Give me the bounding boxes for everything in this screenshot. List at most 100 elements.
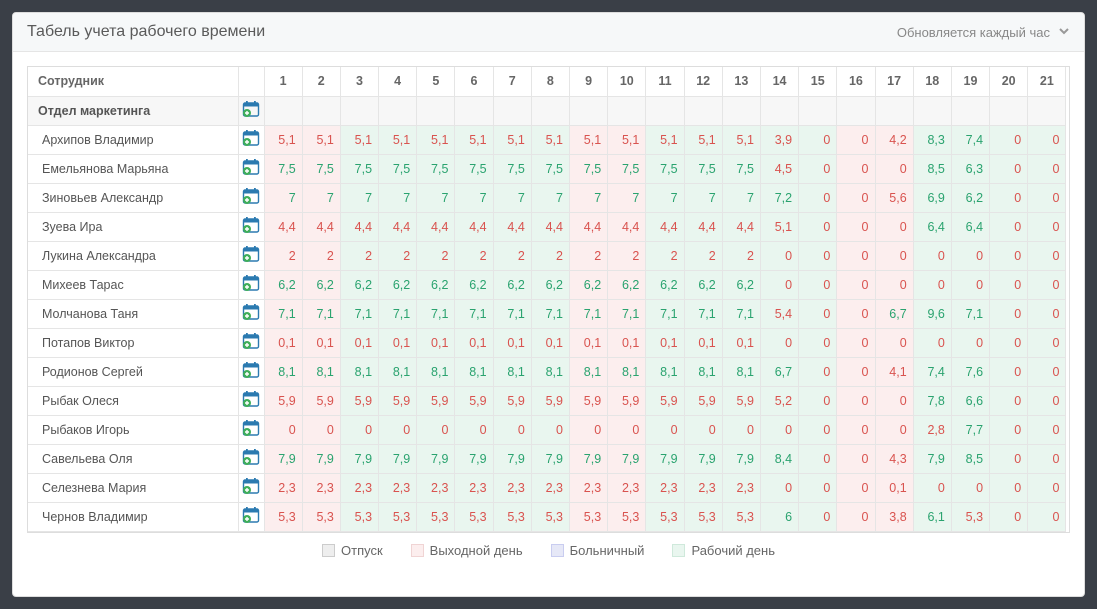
hours-cell[interactable]: 6,2: [264, 270, 302, 299]
hours-cell[interactable]: 0: [1028, 183, 1066, 212]
hours-cell[interactable]: 6,2: [722, 270, 760, 299]
hours-cell[interactable]: 8,1: [531, 357, 569, 386]
hours-cell[interactable]: 0,1: [875, 473, 913, 502]
hours-cell[interactable]: 0: [875, 212, 913, 241]
col-day-14[interactable]: 14: [760, 67, 798, 96]
hours-cell[interactable]: 8,5: [951, 444, 989, 473]
employee-cal[interactable]: [238, 502, 264, 531]
hours-cell[interactable]: 4,4: [646, 212, 684, 241]
hours-cell[interactable]: 0: [837, 357, 875, 386]
hours-cell[interactable]: 0: [799, 270, 837, 299]
hours-cell[interactable]: 5,3: [646, 502, 684, 531]
col-day-5[interactable]: 5: [417, 67, 455, 96]
hours-cell[interactable]: 5,6: [875, 183, 913, 212]
employee-name[interactable]: Селезнева Мария: [28, 473, 238, 502]
hours-cell[interactable]: 2: [302, 241, 340, 270]
hours-cell[interactable]: 0: [264, 415, 302, 444]
hours-cell[interactable]: 0: [799, 299, 837, 328]
hours-cell[interactable]: 0: [760, 328, 798, 357]
hours-cell[interactable]: 8,1: [684, 357, 722, 386]
hours-cell[interactable]: 7: [417, 183, 455, 212]
hours-cell[interactable]: 0: [1028, 270, 1066, 299]
hours-cell[interactable]: 0: [1028, 357, 1066, 386]
hours-cell[interactable]: 7,5: [646, 154, 684, 183]
hours-cell[interactable]: 7: [570, 183, 608, 212]
hours-cell[interactable]: 7: [646, 183, 684, 212]
hours-cell[interactable]: 0: [951, 270, 989, 299]
hours-cell[interactable]: 6,4: [951, 212, 989, 241]
hours-cell[interactable]: 5,3: [570, 502, 608, 531]
col-day-11[interactable]: 11: [646, 67, 684, 96]
col-day-1[interactable]: 1: [264, 67, 302, 96]
col-day-6[interactable]: 6: [455, 67, 493, 96]
hours-cell[interactable]: 0,1: [455, 328, 493, 357]
hours-cell[interactable]: 7,9: [455, 444, 493, 473]
hours-cell[interactable]: 0: [990, 270, 1028, 299]
hours-cell[interactable]: 7,1: [493, 299, 531, 328]
hours-cell[interactable]: 6,2: [493, 270, 531, 299]
employee-name[interactable]: Савельева Оля: [28, 444, 238, 473]
hours-cell[interactable]: 4,4: [417, 212, 455, 241]
hours-cell[interactable]: 0: [875, 386, 913, 415]
hours-cell[interactable]: 0: [837, 241, 875, 270]
hours-cell[interactable]: 2,3: [722, 473, 760, 502]
hours-cell[interactable]: 2,3: [264, 473, 302, 502]
hours-cell[interactable]: 6,2: [340, 270, 378, 299]
hours-cell[interactable]: 0: [1028, 328, 1066, 357]
employee-cal[interactable]: [238, 270, 264, 299]
hours-cell[interactable]: 7: [302, 183, 340, 212]
hours-cell[interactable]: 8,1: [493, 357, 531, 386]
employee-name[interactable]: Рыбак Олеся: [28, 386, 238, 415]
hours-cell[interactable]: 0: [875, 154, 913, 183]
hours-cell[interactable]: 6,3: [951, 154, 989, 183]
employee-cal[interactable]: [238, 415, 264, 444]
hours-cell[interactable]: 0: [990, 502, 1028, 531]
hours-cell[interactable]: 8,1: [302, 357, 340, 386]
hours-cell[interactable]: 5,1: [379, 125, 417, 154]
department-cal[interactable]: [238, 96, 264, 125]
employee-cal[interactable]: [238, 357, 264, 386]
hours-cell[interactable]: 0: [1028, 154, 1066, 183]
hours-cell[interactable]: 5,1: [760, 212, 798, 241]
hours-cell[interactable]: 0: [913, 270, 951, 299]
employee-name[interactable]: Рыбаков Игорь: [28, 415, 238, 444]
hours-cell[interactable]: 5,3: [264, 502, 302, 531]
hours-cell[interactable]: 7,1: [531, 299, 569, 328]
employee-name[interactable]: Михеев Тарас: [28, 270, 238, 299]
hours-cell[interactable]: 7,8: [913, 386, 951, 415]
hours-cell[interactable]: 0: [760, 473, 798, 502]
hours-cell[interactable]: 5,3: [531, 502, 569, 531]
hours-cell[interactable]: 7,9: [379, 444, 417, 473]
hours-cell[interactable]: 2: [340, 241, 378, 270]
hours-cell[interactable]: 5,1: [531, 125, 569, 154]
hours-cell[interactable]: 8,1: [264, 357, 302, 386]
hours-cell[interactable]: 2: [531, 241, 569, 270]
hours-cell[interactable]: 7,5: [493, 154, 531, 183]
hours-cell[interactable]: 5,1: [264, 125, 302, 154]
employee-cal[interactable]: [238, 125, 264, 154]
hours-cell[interactable]: 8,3: [913, 125, 951, 154]
hours-cell[interactable]: 0: [417, 415, 455, 444]
hours-cell[interactable]: 8,1: [646, 357, 684, 386]
hours-cell[interactable]: 7,9: [913, 444, 951, 473]
col-employee[interactable]: Сотрудник: [28, 67, 238, 96]
hours-cell[interactable]: 2: [684, 241, 722, 270]
hours-cell[interactable]: 5,3: [684, 502, 722, 531]
hours-cell[interactable]: 6,2: [684, 270, 722, 299]
hours-cell[interactable]: 0: [837, 270, 875, 299]
hours-cell[interactable]: 5,9: [417, 386, 455, 415]
hours-cell[interactable]: 0: [340, 415, 378, 444]
hours-cell[interactable]: 5,9: [608, 386, 646, 415]
hours-cell[interactable]: 2,3: [531, 473, 569, 502]
refresh-status[interactable]: Обновляется каждый час: [897, 25, 1070, 40]
hours-cell[interactable]: 0: [760, 241, 798, 270]
hours-cell[interactable]: 0,1: [379, 328, 417, 357]
hours-cell[interactable]: 7,1: [646, 299, 684, 328]
calendar-add-icon[interactable]: [242, 100, 260, 118]
hours-cell[interactable]: 5,9: [455, 386, 493, 415]
hours-cell[interactable]: 0: [1028, 502, 1066, 531]
employee-cal[interactable]: [238, 444, 264, 473]
hours-cell[interactable]: 5,1: [340, 125, 378, 154]
hours-cell[interactable]: 0: [990, 183, 1028, 212]
col-day-20[interactable]: 20: [990, 67, 1028, 96]
